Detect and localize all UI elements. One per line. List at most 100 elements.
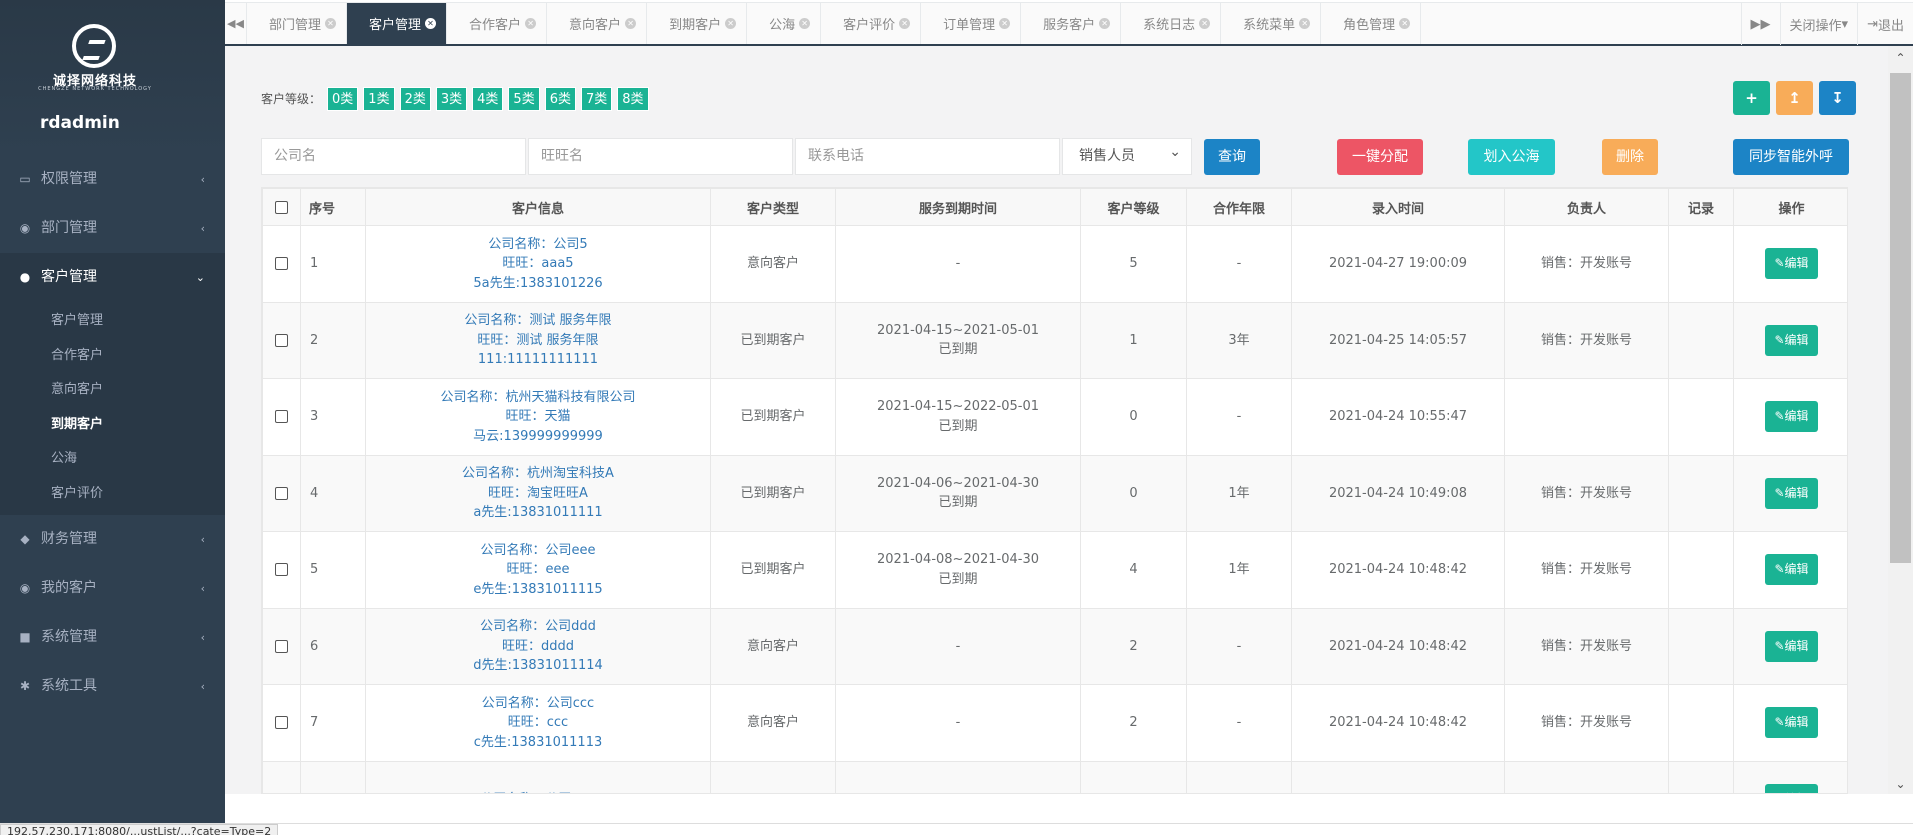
- tab-1[interactable]: 客户管理 ✕: [347, 3, 448, 44]
- query-button[interactable]: 查询: [1204, 139, 1260, 175]
- level-badge-8[interactable]: 8类: [617, 86, 649, 111]
- company-name-input[interactable]: 公司名: [261, 138, 526, 175]
- customer-info-line[interactable]: 公司名称：公司5: [366, 235, 710, 255]
- tab-9[interactable]: 系统日志 ✕: [1121, 3, 1222, 44]
- customer-info-line[interactable]: 旺旺：ccc: [366, 713, 710, 733]
- wangwang-input[interactable]: 旺旺名: [528, 138, 793, 175]
- sidebar-subitem-reviews[interactable]: 客户评价: [0, 477, 225, 512]
- row-checkbox[interactable]: [275, 486, 288, 500]
- close-icon[interactable]: ✕: [1199, 18, 1211, 29]
- export-button[interactable]: ↥: [1776, 81, 1813, 115]
- sidebar-subitem-cooperation[interactable]: 合作客户: [0, 339, 225, 374]
- close-operations-dropdown[interactable]: 关闭操作 ▾: [1779, 3, 1858, 45]
- customer-info-line[interactable]: 公司名称：杭州淘宝科技A: [366, 464, 710, 484]
- sales-select[interactable]: 销售人员: [1062, 135, 1192, 175]
- move-to-pool-button[interactable]: 划入公海: [1468, 139, 1555, 175]
- customer-info-line[interactable]: 公司名称：公司ddd: [366, 617, 710, 637]
- tab-11[interactable]: 角色管理 ✕: [1321, 3, 1422, 44]
- level-badge-1[interactable]: 1类: [363, 86, 395, 111]
- close-icon[interactable]: ✕: [525, 18, 537, 29]
- scrollbar-thumb[interactable]: [1890, 73, 1911, 563]
- row-checkbox[interactable]: [275, 257, 288, 270]
- level-badge-7[interactable]: 7类: [580, 86, 613, 111]
- page-scrollbar[interactable]: ⌃ ⌄: [1888, 46, 1913, 794]
- level-badge-5[interactable]: 5类: [508, 86, 540, 111]
- row-checkbox[interactable]: [275, 792, 288, 793]
- tabs-scroll-left-button[interactable]: ◀◀: [225, 3, 247, 44]
- level-badge-6[interactable]: 6类: [544, 86, 576, 111]
- edit-button[interactable]: ✎编辑: [1765, 554, 1818, 586]
- tab-6[interactable]: 客户评价 ✕: [821, 3, 922, 44]
- customer-info-line[interactable]: 公司名称：公司aaa: [366, 790, 710, 794]
- add-button[interactable]: +: [1733, 81, 1770, 115]
- customer-info-line[interactable]: 111:11111111111: [366, 350, 710, 370]
- tab-7[interactable]: 订单管理 ✕: [921, 3, 1022, 44]
- sidebar-item-permissions[interactable]: ▭ 权限管理 ‹: [0, 155, 225, 204]
- tab-10[interactable]: 系统菜单 ✕: [1221, 3, 1322, 44]
- sidebar-item-system[interactable]: ■ 系统管理 ‹: [0, 613, 225, 662]
- close-icon[interactable]: ✕: [325, 18, 337, 29]
- sidebar-item-finance[interactable]: ◆ 财务管理 ‹: [0, 515, 225, 564]
- close-icon[interactable]: ✕: [799, 18, 811, 29]
- customer-info-line[interactable]: 公司名称：公司eee: [366, 541, 710, 561]
- tab-3[interactable]: 意向客户 ✕: [547, 3, 648, 44]
- edit-button[interactable]: ✎编辑: [1765, 477, 1818, 509]
- customer-info-line[interactable]: 旺旺：aaa5: [366, 254, 710, 274]
- sidebar-item-customers[interactable]: ● 客户管理 ⌄: [0, 253, 225, 302]
- close-icon[interactable]: ✕: [725, 18, 737, 29]
- customer-info-line[interactable]: 5a先生:1383101226: [366, 274, 710, 294]
- close-icon[interactable]: ✕: [1099, 18, 1111, 29]
- close-icon[interactable]: ✕: [625, 18, 637, 29]
- phone-input[interactable]: 联系电话: [795, 138, 1060, 175]
- sidebar-item-my-customers[interactable]: ◉ 我的客户 ‹: [0, 564, 225, 613]
- edit-button[interactable]: ✎编辑: [1765, 248, 1818, 280]
- customer-info-line[interactable]: 公司名称：公司ccc: [366, 694, 710, 714]
- select-all-checkbox[interactable]: [275, 200, 288, 214]
- customer-info-line[interactable]: 旺旺：eee: [366, 560, 710, 580]
- sidebar-subitem-expired[interactable]: 到期客户: [0, 408, 225, 443]
- sidebar-subitem-customer-management[interactable]: 客户管理: [0, 304, 225, 339]
- customer-info-line[interactable]: c先生:13831011113: [366, 733, 710, 753]
- level-badge-3[interactable]: 3类: [435, 86, 468, 111]
- edit-button[interactable]: ✎编辑: [1765, 630, 1818, 662]
- customer-info-line[interactable]: d先生:13831011114: [366, 656, 710, 676]
- customer-info-line[interactable]: 马云:139999999999: [366, 427, 710, 447]
- import-button[interactable]: ↧: [1819, 81, 1856, 115]
- assign-button[interactable]: 一键分配: [1337, 139, 1423, 175]
- customer-info-line[interactable]: e先生:13831011115: [366, 580, 710, 600]
- customer-info-line[interactable]: 旺旺：dddd: [366, 637, 710, 657]
- tab-0[interactable]: 部门管理 ✕: [247, 3, 348, 44]
- level-badge-0[interactable]: 0类: [327, 86, 359, 111]
- edit-button[interactable]: ✎编辑: [1765, 707, 1818, 739]
- edit-button[interactable]: ✎编辑: [1765, 783, 1818, 793]
- row-checkbox[interactable]: [275, 639, 288, 653]
- sidebar-subitem-public-pool[interactable]: 公海: [0, 442, 225, 477]
- customer-info-line[interactable]: 旺旺：天猫: [366, 407, 710, 427]
- customer-info-line[interactable]: 旺旺：淘宝旺旺A: [366, 484, 710, 504]
- close-icon[interactable]: ✕: [425, 18, 437, 29]
- row-checkbox[interactable]: [275, 410, 288, 423]
- sync-call-button[interactable]: 同步智能外呼: [1733, 139, 1849, 175]
- level-badge-4[interactable]: 4类: [472, 86, 504, 111]
- scroll-up-icon[interactable]: ⌃: [1888, 51, 1913, 65]
- close-icon[interactable]: ✕: [1399, 18, 1411, 29]
- customer-info-line[interactable]: a先生:13831011111: [366, 503, 710, 523]
- customer-info-line[interactable]: 公司名称：测试 服务年限: [366, 311, 710, 331]
- sidebar-item-departments[interactable]: ◉ 部门管理 ‹: [0, 204, 225, 253]
- row-checkbox[interactable]: [275, 333, 288, 347]
- sidebar-item-tools[interactable]: ✱ 系统工具 ‹: [0, 662, 225, 711]
- sidebar-subitem-intended[interactable]: 意向客户: [0, 373, 225, 408]
- logout-button[interactable]: ⇥ 退出: [1857, 3, 1913, 45]
- edit-button[interactable]: ✎编辑: [1765, 401, 1818, 433]
- level-badge-2[interactable]: 2类: [399, 86, 431, 111]
- close-icon[interactable]: ✕: [899, 18, 911, 29]
- row-checkbox[interactable]: [275, 563, 288, 576]
- tab-2[interactable]: 合作客户 ✕: [447, 3, 548, 44]
- delete-button[interactable]: 删除: [1602, 139, 1658, 175]
- tab-5[interactable]: 公海 ✕: [747, 3, 822, 44]
- edit-button[interactable]: ✎编辑: [1765, 324, 1818, 356]
- customer-info-line[interactable]: 公司名称：杭州天猫科技有限公司: [366, 388, 710, 408]
- customer-info-line[interactable]: 旺旺：测试 服务年限: [366, 331, 710, 351]
- row-checkbox[interactable]: [275, 716, 288, 729]
- tabs-scroll-right-button[interactable]: ▶▶: [1740, 3, 1780, 45]
